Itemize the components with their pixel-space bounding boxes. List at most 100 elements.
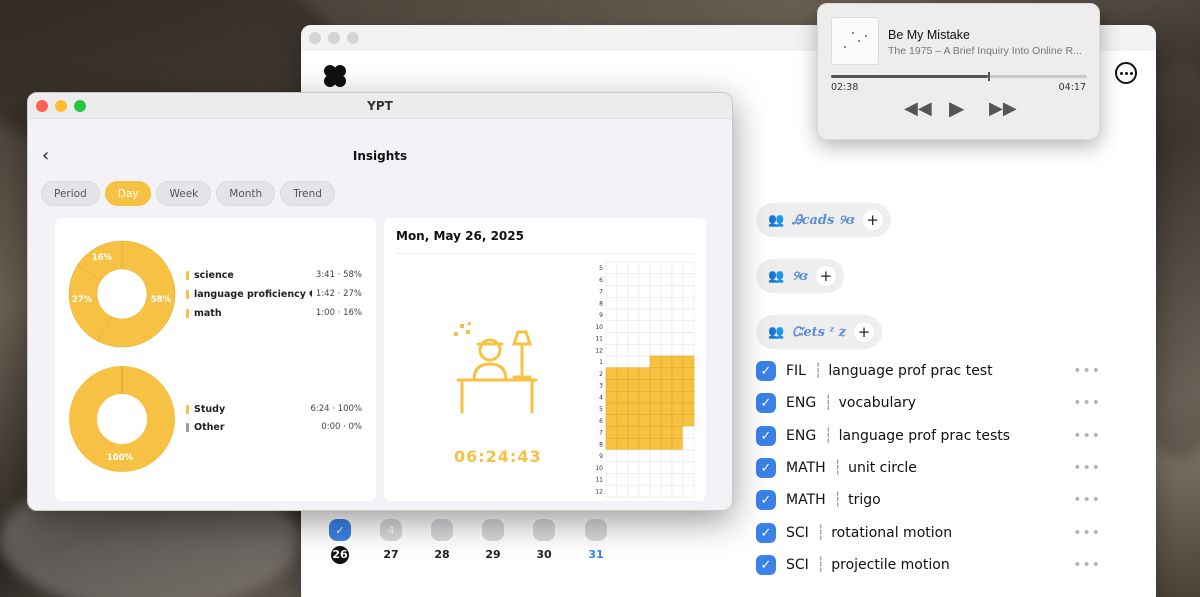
empty-time-cell (671, 473, 684, 486)
day-timeline-card: Mon, May 26, 2025 06:24:43 5 6 7 8 9 10 11 12 1 2… (384, 218, 706, 501)
task-row[interactable]: ✓ SCI ┆ projectile motion ••• (756, 554, 1101, 576)
study-time-cell (616, 426, 629, 439)
add-task-button[interactable]: + (815, 266, 836, 286)
tab-month[interactable]: Month (216, 181, 276, 206)
checkbox-checked-icon[interactable]: ✓ (756, 426, 776, 446)
fast-forward-icon[interactable]: ▶▶ (989, 98, 1017, 119)
empty-time-cell (682, 437, 695, 451)
group-chip-3[interactable]: 👥 Ꮸets ᶻ z + (756, 315, 883, 349)
task-more-icon[interactable]: ••• (1073, 557, 1101, 573)
group-chip-acads[interactable]: 👥 Ꭿcads ୨ɞ + (756, 203, 891, 237)
empty-time-cell (605, 461, 618, 474)
task-subject: ENG (786, 428, 817, 444)
day-status-icon (431, 519, 453, 541)
hour-label: 10 (595, 465, 603, 472)
checkbox-checked-icon[interactable]: ✓ (756, 458, 776, 478)
checkbox-checked-icon[interactable]: ✓ (756, 490, 776, 510)
empty-time-cell (638, 296, 651, 310)
day-number: 31 (588, 548, 604, 561)
empty-time-cell (616, 273, 629, 286)
empty-time-cell (605, 449, 618, 463)
add-task-button[interactable]: + (862, 210, 883, 230)
empty-time-cell (682, 320, 695, 333)
tab-trend[interactable]: Trend (280, 181, 335, 206)
task-more-icon[interactable]: ••• (1073, 363, 1101, 379)
empty-time-cell (682, 273, 695, 286)
play-icon[interactable]: ▶ (949, 96, 964, 120)
day-cell[interactable]: 29 (478, 519, 508, 564)
task-more-icon[interactable]: ••• (1073, 395, 1101, 411)
study-time-cell (627, 414, 640, 427)
hour-label: 5 (599, 406, 603, 413)
day-cell[interactable]: 28 (427, 519, 457, 564)
empty-time-cell (649, 473, 662, 486)
study-time-cell (649, 437, 662, 451)
empty-time-cell (616, 473, 629, 486)
date-heading: Mon, May 26, 2025 (396, 229, 524, 243)
empty-time-cell (660, 296, 673, 310)
day-cell[interactable]: 30 (529, 519, 559, 564)
now-playing-widget: Be My Mistake The 1975 – A Brief Inquiry… (817, 3, 1100, 140)
task-row[interactable]: ✓ FIL ┆ language prof prac test ••• (756, 360, 1101, 382)
empty-time-cell (627, 473, 640, 486)
elapsed-time: 02:38 (831, 82, 859, 93)
empty-time-cell (660, 285, 673, 298)
day-cell[interactable]: 31 (581, 519, 611, 564)
empty-time-cell (649, 320, 662, 333)
people-icon: 👥 (768, 324, 785, 340)
task-row[interactable]: ✓ ENG ┆ vocabulary ••• (756, 392, 1101, 414)
task-row[interactable]: ✓ MATH ┆ trigo ••• (756, 489, 1101, 511)
empty-time-cell (682, 449, 695, 463)
group-chip-2[interactable]: 👥 ୨ɞ + (756, 259, 844, 293)
checkbox-checked-icon[interactable]: ✓ (756, 393, 776, 413)
tab-day[interactable]: Day (104, 181, 152, 206)
playback-progress[interactable] (831, 72, 1087, 81)
day-cell[interactable]: ✓ 26 (325, 519, 355, 564)
separator: ┆ (833, 460, 843, 476)
album-art (831, 17, 879, 65)
checkbox-checked-icon[interactable]: ✓ (756, 361, 776, 381)
close-button[interactable] (309, 32, 321, 44)
separator: ┆ (824, 395, 833, 411)
empty-time-cell (638, 355, 651, 369)
task-more-icon[interactable]: ••• (1073, 492, 1101, 508)
study-time-cell (649, 426, 662, 439)
add-task-button[interactable]: + (854, 322, 875, 342)
checkbox-checked-icon[interactable]: ✓ (756, 523, 776, 543)
empty-time-cell (616, 484, 629, 498)
empty-time-cell (638, 461, 651, 474)
empty-time-cell (605, 261, 618, 275)
study-time-cell (605, 379, 618, 392)
task-subject: MATH (786, 460, 826, 476)
empty-time-cell (638, 273, 651, 286)
study-time-cell (638, 414, 651, 427)
task-row[interactable]: ✓ MATH ┆ unit circle ••• (756, 457, 1101, 479)
task-subject: FIL (786, 363, 806, 379)
separator: ┆ (824, 428, 833, 444)
task-more-icon[interactable]: ••• (1073, 460, 1101, 476)
study-time-cell (638, 390, 651, 404)
day-cell[interactable]: 4 27 (376, 519, 406, 564)
minimize-button[interactable] (328, 32, 340, 44)
task-more-icon[interactable]: ••• (1073, 428, 1101, 444)
tab-period[interactable]: Period (41, 181, 100, 206)
zoom-button[interactable] (347, 32, 359, 44)
task-more-icon[interactable]: ••• (1073, 525, 1101, 541)
empty-time-cell (649, 285, 662, 298)
checkbox-checked-icon[interactable]: ✓ (756, 555, 776, 575)
empty-time-cell (671, 261, 684, 275)
empty-time-cell (649, 461, 662, 474)
empty-time-cell (671, 296, 684, 310)
study-time-cell (638, 402, 651, 416)
empty-time-cell (627, 449, 640, 463)
separator: ┆ (816, 525, 826, 541)
separator: ┆ (833, 492, 843, 508)
tab-week[interactable]: Week (156, 181, 212, 206)
task-row[interactable]: ✓ SCI ┆ rotational motion ••• (756, 522, 1101, 544)
task-subject: ENG (786, 395, 817, 411)
task-row[interactable]: ✓ ENG ┆ language prof prac tests ••• (756, 425, 1101, 447)
empty-time-cell (638, 308, 651, 322)
study-time-cell (660, 426, 673, 439)
more-options-icon[interactable] (1115, 62, 1137, 84)
rewind-icon[interactable]: ◀◀ (904, 98, 932, 119)
